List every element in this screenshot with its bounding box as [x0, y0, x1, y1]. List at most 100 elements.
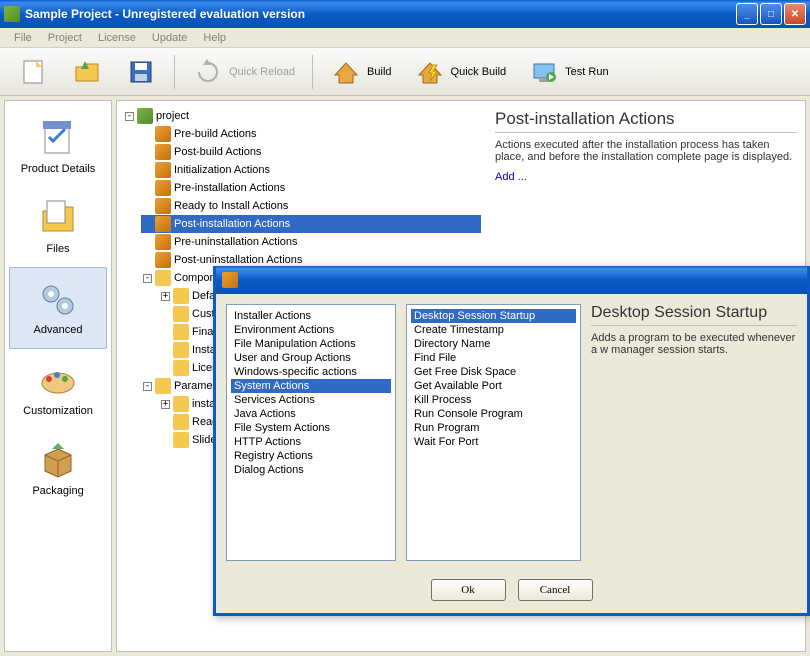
sidebar-item-files[interactable]: Files	[5, 187, 111, 267]
new-button[interactable]	[8, 51, 58, 93]
action-icon	[155, 126, 171, 142]
cancel-button[interactable]: Cancel	[518, 579, 593, 601]
list-item[interactable]: Create Timestamp	[411, 323, 576, 337]
save-button[interactable]	[116, 51, 166, 93]
dialog-icon	[222, 272, 238, 288]
quick-build-button[interactable]: Quick Build	[405, 51, 516, 93]
open-button[interactable]	[62, 51, 112, 93]
menu-help[interactable]: Help	[195, 30, 234, 46]
folder-icon	[173, 360, 189, 376]
quick-reload-button: Quick Reload	[183, 51, 304, 93]
tree-node-project[interactable]: -project	[123, 107, 481, 125]
sidebar-item-label: Packaging	[32, 485, 83, 497]
action-icon	[155, 234, 171, 250]
dialog-detail-title: Desktop Session Startup	[591, 304, 797, 326]
action-icon	[155, 216, 171, 232]
build-button[interactable]: Build	[321, 51, 400, 93]
tree-node[interactable]: Pre-uninstallation Actions	[141, 233, 481, 251]
list-item-selected[interactable]: System Actions	[231, 379, 391, 393]
list-item[interactable]: Installer Actions	[231, 309, 391, 323]
tree-node[interactable]: Initialization Actions	[141, 161, 481, 179]
list-item-selected[interactable]: Desktop Session Startup	[411, 309, 576, 323]
app-icon	[4, 6, 20, 22]
test-run-icon	[528, 56, 560, 88]
category-list[interactable]: Installer Actions Environment Actions Fi…	[226, 304, 396, 561]
folder-icon	[155, 270, 171, 286]
list-item[interactable]: File Manipulation Actions	[231, 337, 391, 351]
dialog-titlebar[interactable]	[216, 266, 807, 294]
folder-icon	[173, 306, 189, 322]
sidebar-item-advanced[interactable]: Advanced	[9, 267, 107, 349]
list-item[interactable]: Run Console Program	[411, 407, 576, 421]
list-item[interactable]: User and Group Actions	[231, 351, 391, 365]
open-folder-icon	[71, 56, 103, 88]
list-item[interactable]: Kill Process	[411, 393, 576, 407]
action-icon	[155, 252, 171, 268]
menu-update[interactable]: Update	[144, 30, 195, 46]
list-item[interactable]: Java Actions	[231, 407, 391, 421]
project-icon	[137, 108, 153, 124]
detail-description: Actions executed after the installation …	[495, 139, 797, 163]
tree-node[interactable]: Ready to Install Actions	[141, 197, 481, 215]
sidebar-item-label: Product Details	[21, 163, 96, 175]
quick-build-icon	[414, 56, 446, 88]
action-icon	[155, 144, 171, 160]
advanced-icon	[37, 278, 79, 320]
list-item[interactable]: HTTP Actions	[231, 435, 391, 449]
quick-build-label: Quick Build	[451, 66, 507, 78]
tree-node[interactable]: Post-build Actions	[141, 143, 481, 161]
sidebar-item-label: Advanced	[34, 324, 83, 336]
maximize-button[interactable]: □	[760, 3, 782, 25]
sidebar-item-customization[interactable]: Customization	[5, 349, 111, 429]
menu-project[interactable]: Project	[40, 30, 90, 46]
folder-icon	[155, 378, 171, 394]
detail-title: Post-installation Actions	[495, 109, 797, 133]
action-list[interactable]: Desktop Session Startup Create Timestamp…	[406, 304, 581, 561]
list-item[interactable]: File System Actions	[231, 421, 391, 435]
folder-icon	[173, 288, 189, 304]
menu-license[interactable]: License	[90, 30, 144, 46]
folder-icon	[173, 342, 189, 358]
tree-node[interactable]: Pre-installation Actions	[141, 179, 481, 197]
toolbar-separator	[174, 55, 175, 89]
tree-node-selected[interactable]: Post-installation Actions	[141, 215, 481, 233]
menu-file[interactable]: File	[6, 30, 40, 46]
ok-button[interactable]: Ok	[431, 579, 506, 601]
minimize-button[interactable]: _	[736, 3, 758, 25]
list-item[interactable]: Find File	[411, 351, 576, 365]
tree-node[interactable]: Pre-build Actions	[141, 125, 481, 143]
list-item[interactable]: Dialog Actions	[231, 463, 391, 477]
build-icon	[330, 56, 362, 88]
window-controls: _ □ ✕	[736, 3, 806, 25]
dialog-detail-panel: Desktop Session Startup Adds a program t…	[591, 304, 797, 561]
dialog-button-row: Ok Cancel	[216, 571, 807, 613]
list-item[interactable]: Registry Actions	[231, 449, 391, 463]
folder-icon	[173, 432, 189, 448]
packaging-icon	[37, 439, 79, 481]
list-item[interactable]: Get Available Port	[411, 379, 576, 393]
list-item[interactable]: Directory Name	[411, 337, 576, 351]
quick-reload-label: Quick Reload	[229, 66, 295, 78]
toolbar-separator	[312, 55, 313, 89]
window-titlebar: Sample Project - Unregistered evaluation…	[0, 0, 810, 28]
close-button[interactable]: ✕	[784, 3, 806, 25]
menubar: File Project License Update Help	[0, 28, 810, 48]
new-icon	[17, 56, 49, 88]
list-item[interactable]: Windows-specific actions	[231, 365, 391, 379]
test-run-button[interactable]: Test Run	[519, 51, 617, 93]
list-item[interactable]: Run Program	[411, 421, 576, 435]
reload-icon	[192, 56, 224, 88]
sidebar-item-label: Customization	[23, 405, 93, 417]
sidebar-item-product-details[interactable]: Product Details	[5, 107, 111, 187]
sidebar-item-packaging[interactable]: Packaging	[5, 429, 111, 509]
list-item[interactable]: Environment Actions	[231, 323, 391, 337]
folder-icon	[173, 414, 189, 430]
add-link[interactable]: Add ...	[495, 171, 797, 183]
dialog-detail-description: Adds a program to be executed whenever a…	[591, 332, 797, 356]
list-item[interactable]: Wait For Port	[411, 435, 576, 449]
window-title: Sample Project - Unregistered evaluation…	[25, 7, 736, 21]
list-item[interactable]: Get Free Disk Space	[411, 365, 576, 379]
folder-icon	[173, 324, 189, 340]
list-item[interactable]: Services Actions	[231, 393, 391, 407]
save-icon	[125, 56, 157, 88]
